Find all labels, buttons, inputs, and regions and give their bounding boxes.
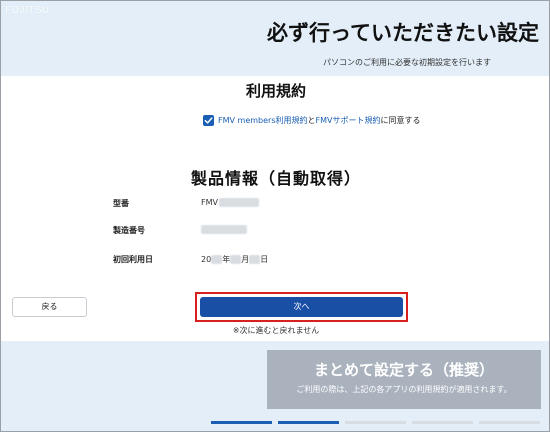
first-use-date-value: 20 年月日 [201,255,269,264]
page-title: 必ず行っていただきたい設定 [267,21,539,45]
progress-step [345,421,406,424]
recommended-setup-title: まとめて設定する（推奨） [313,361,494,379]
serial-value [201,225,247,234]
fmv-members-terms-link[interactable]: FMV members利用規約 [218,116,307,125]
agree-checkbox[interactable] [203,114,214,126]
recommended-setup-note: ご利用の際は、上記の各アプリの利用規約が適用されます。 [296,385,512,394]
footer-band: まとめて設定する（推奨） ご利用の際は、上記の各アプリの利用規約が適用されます。 [1,341,549,431]
main-content: 利用規約 FMV members利用規約とFMVサポート規約に同意する 製品情報… [1,76,549,341]
terms-heading: 利用規約 [245,82,306,100]
fmv-support-terms-link[interactable]: FMVサポート規約 [315,116,380,125]
progress-step [412,421,473,424]
checkmark-icon [204,116,213,124]
terms-agree-row[interactable]: FMV members利用規約とFMVサポート規約に同意する [203,113,420,127]
progress-step [278,421,339,424]
progress-step [479,421,540,424]
next-warning-note: ※次に進むと戻れません [232,326,320,335]
progress-step [211,421,272,424]
step-progress [211,421,540,424]
next-button[interactable]: 次へ [200,297,403,317]
redacted-serial [201,225,247,234]
model-label: 型番 [113,199,129,208]
brand-logo: FUJITSU [5,5,50,16]
agree-suffix: に同意する [380,115,421,125]
agree-text: FMV members利用規約とFMVサポート規約に同意する [218,115,420,126]
redacted-model [218,198,259,207]
page-subtitle: パソコンのご利用に必要な初期設定を行います [323,58,491,67]
model-value: FMV [201,198,259,207]
product-info-heading: 製品情報（自動取得） [190,169,361,188]
recommended-setup-button[interactable]: まとめて設定する（推奨） ご利用の際は、上記の各アプリの利用規約が適用されます。 [267,350,541,409]
header-band: FUJITSU 必ず行っていただきたい設定 パソコンのご利用に必要な初期設定を行… [1,1,549,76]
setup-window: FUJITSU 必ず行っていただきたい設定 パソコンのご利用に必要な初期設定を行… [0,0,550,432]
back-button[interactable]: 戻る [12,297,87,317]
first-use-date-label: 初回利用日 [113,255,153,264]
serial-label: 製造番号 [113,226,145,235]
